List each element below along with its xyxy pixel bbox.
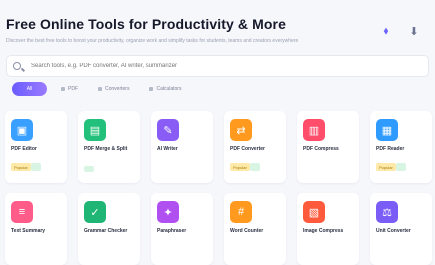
bookmark-icon[interactable]: ⬧ xyxy=(379,24,393,38)
tool-name: PDF Merge & Split xyxy=(84,146,128,152)
document-icon: ▣ xyxy=(11,119,33,141)
tab-converters[interactable]: Converters xyxy=(92,82,135,96)
tab-all[interactable]: All xyxy=(12,82,47,96)
tool-card[interactable]: ▧ Image Compress xyxy=(297,193,359,265)
header-actions: ⬧ ⬇ xyxy=(379,24,421,38)
popular-badge: Popular xyxy=(230,163,250,171)
tool-card[interactable]: ▤ PDF Merge & Split xyxy=(78,111,140,183)
tab-label: Converters xyxy=(105,86,130,92)
tab-label: PDF xyxy=(68,86,78,92)
wand-icon: ✦ xyxy=(157,201,179,223)
tool-card[interactable]: # Word Counter xyxy=(224,193,286,265)
convert-icon: ⇄ xyxy=(230,119,252,141)
tool-card[interactable]: ✦ Paraphraser xyxy=(151,193,213,265)
merge-icon: ▤ xyxy=(84,119,106,141)
page-title: Free Online Tools for Productivity & Mor… xyxy=(6,16,286,32)
tool-name: AI Writer xyxy=(157,146,178,152)
page-header: Free Online Tools for Productivity & Mor… xyxy=(6,16,425,52)
category-tabs: All PDF Converters Calculators xyxy=(12,82,187,96)
popular-badge: Popular xyxy=(376,163,396,171)
tool-name: Image Compress xyxy=(303,228,344,234)
search-bar[interactable] xyxy=(6,55,429,77)
tool-name: Paraphraser xyxy=(157,228,187,234)
check-icon: ✓ xyxy=(84,201,106,223)
tag-chip xyxy=(396,163,406,171)
tool-card[interactable]: ⇄ PDF Converter Popular xyxy=(224,111,286,183)
tool-name: Word Counter xyxy=(230,228,264,234)
tab-pdf[interactable]: PDF xyxy=(55,82,84,96)
reader-icon: ▦ xyxy=(376,119,398,141)
tab-label: Calculators xyxy=(156,86,182,92)
tool-card[interactable]: ✓ Grammar Checker xyxy=(78,193,140,265)
text-icon: ≡ xyxy=(11,201,33,223)
search-input[interactable] xyxy=(29,62,393,70)
image-icon: ▧ xyxy=(303,201,325,223)
tool-name: PDF Reader xyxy=(376,146,405,152)
tool-card[interactable]: ▣ PDF Editor Popular xyxy=(5,111,67,183)
tool-card[interactable]: ≡ Text Summary xyxy=(5,193,67,265)
page-subtitle: Discover the best free tools to boost yo… xyxy=(6,38,299,44)
popular-badge: Popular xyxy=(11,163,31,171)
compress-icon: ▥ xyxy=(303,119,325,141)
tool-name: Grammar Checker xyxy=(84,228,128,234)
count-icon: # xyxy=(230,201,252,223)
tool-card[interactable]: ▥ PDF Compress xyxy=(297,111,359,183)
tool-name: PDF Compress xyxy=(303,146,339,152)
calculator-icon xyxy=(149,87,154,91)
download-icon[interactable]: ⬇ xyxy=(407,24,421,38)
tool-name: Unit Converter xyxy=(376,228,411,234)
pdf-icon xyxy=(61,87,65,91)
tab-calculators[interactable]: Calculators xyxy=(143,82,187,96)
tag-chip xyxy=(31,163,41,171)
tool-card[interactable]: ✎ AI Writer xyxy=(151,111,213,183)
unit-icon: ⚖ xyxy=(376,201,398,223)
pen-icon: ✎ xyxy=(157,119,179,141)
search-icon xyxy=(13,62,21,70)
tag-chip xyxy=(250,163,260,171)
tool-name: Text Summary xyxy=(11,228,46,234)
tool-card[interactable]: ⚖ Unit Converter xyxy=(370,193,432,265)
converter-icon xyxy=(98,87,102,91)
tool-name: PDF Editor xyxy=(11,146,37,152)
tool-card[interactable]: ▦ PDF Reader Popular xyxy=(370,111,432,183)
tab-label: All xyxy=(26,86,33,92)
tool-name: PDF Converter xyxy=(230,146,266,152)
tag-chip xyxy=(84,166,94,172)
